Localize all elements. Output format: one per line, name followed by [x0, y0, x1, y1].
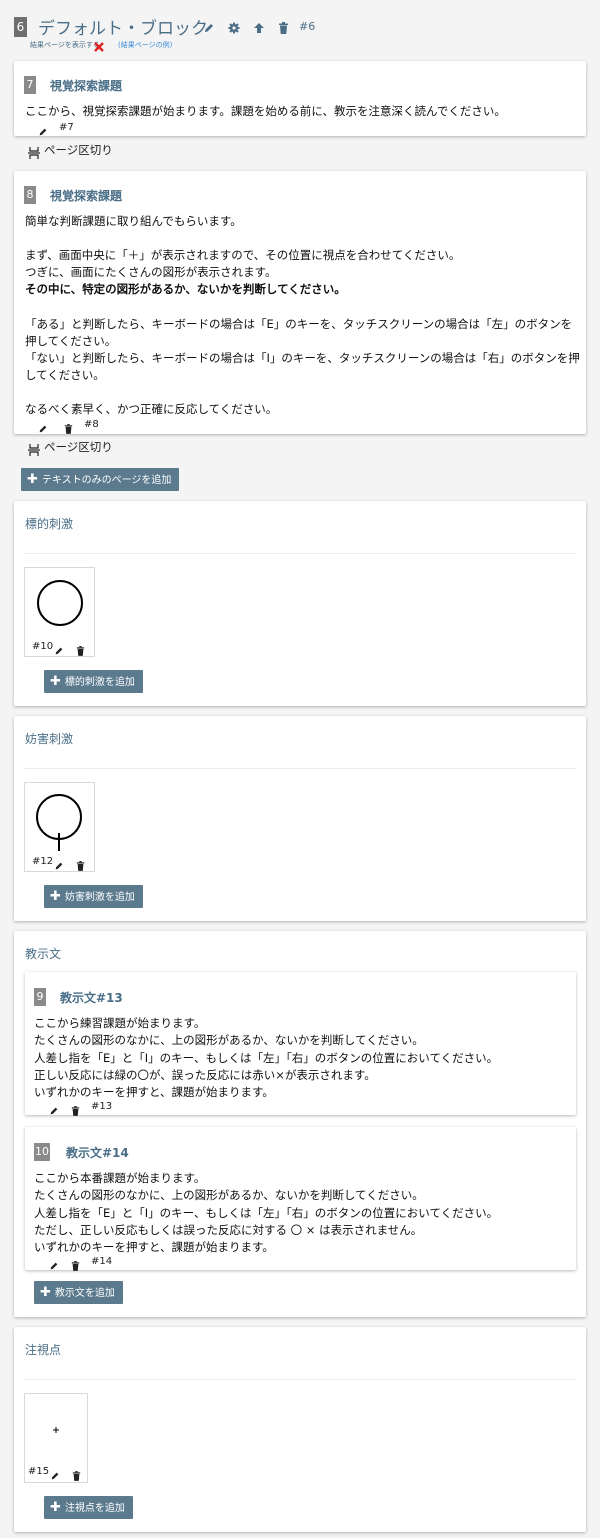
close-icon[interactable] — [94, 37, 104, 56]
page-text: 「ない」と判断したら、キーボードの場合は「I」のキーを、タッチスクリーンの場合は… — [25, 351, 580, 383]
gear-icon[interactable] — [228, 19, 240, 38]
trash-icon[interactable] — [278, 19, 289, 38]
add-target-stimulus-button[interactable]: ✚ 標的刺激を追加 — [44, 670, 143, 693]
divider — [24, 553, 576, 554]
section-title: 妨害刺激 — [25, 732, 74, 746]
trash-icon[interactable] — [71, 1256, 80, 1275]
page-text: 「ある」と判断したら、キーボードの場合は「E」のキーを、タッチスクリーンの場合は… — [25, 317, 573, 349]
page-number-badge: 7 — [24, 76, 36, 94]
plus-icon: ✚ — [50, 889, 61, 904]
instructions-section: 教示文 9 教示文#13 ここから練習課題が始まります。 たくさんの図形のなかに… — [14, 931, 586, 1317]
trash-icon[interactable] — [64, 419, 73, 438]
block-id: #6 — [299, 20, 316, 33]
instruction-card: 10 教示文#14 ここから本番課題が始まります。 たくさんの図形のなかに、上の… — [25, 1127, 576, 1271]
plus-icon: ✚ — [40, 1285, 51, 1300]
section-title: 教示文 — [25, 947, 62, 961]
fixation-section: 注視点 #15 ✚ 注視点を追加 — [14, 1327, 586, 1532]
trash-icon[interactable] — [71, 1101, 80, 1120]
edit-icon[interactable] — [54, 856, 64, 875]
trash-icon[interactable] — [76, 856, 85, 875]
plus-icon: ✚ — [50, 674, 61, 689]
edit-icon[interactable] — [38, 419, 48, 438]
edit-icon[interactable] — [54, 641, 64, 660]
distractor-stimulus-section: 妨害刺激 #12 ✚ 妨害刺激を追加 — [14, 716, 586, 921]
results-example-link[interactable]: (結果ページの例) — [118, 40, 172, 50]
divider — [24, 1379, 576, 1380]
stimulus-thumbnail: #15 — [24, 1393, 88, 1483]
page-id: #8 — [84, 419, 99, 430]
instruction-card: 9 教示文#13 ここから練習課題が始まります。 たくさんの図形のなかに、上の図… — [25, 972, 576, 1116]
block-editor: 6 デフォルト・ブロック #6 結果ページを表示する (結果ページの例) 7 視… — [0, 0, 600, 1538]
page-card: 8 視覚探索課題 簡単な判断課題に取り組んでもらいます。 まず、画面中央に「＋」… — [14, 171, 586, 434]
page-title: 視覚探索課題 — [50, 79, 123, 93]
instruction-title: 教示文#14 — [66, 1146, 129, 1160]
stimulus-thumbnail: #12 — [24, 782, 95, 872]
add-fixation-button[interactable]: ✚ 注視点を追加 — [44, 1496, 133, 1519]
instruction-text: ここから練習課題が始まります。 たくさんの図形のなかに、上の図形があるか、ないか… — [34, 1016, 499, 1100]
plus-icon: ✚ — [27, 472, 38, 487]
page-break-label: ページ区切り — [44, 143, 113, 157]
instruction-id: #14 — [91, 1256, 113, 1267]
divider — [24, 768, 576, 769]
page-text: つぎに、画面にたくさんの図形が表示されます。 — [25, 265, 277, 279]
page-break-label: ページ区切り — [44, 440, 113, 454]
page-text: まず、画面中央に「＋」が表示されますので、その位置に視点を合わせてください。 — [25, 248, 461, 262]
page-id: #7 — [59, 122, 74, 133]
page-break-icon — [28, 144, 40, 163]
stimulus-id: #12 — [32, 856, 54, 867]
add-text-page-button[interactable]: ✚ テキストのみのページを追加 — [21, 468, 180, 491]
instruction-text: ここから本番課題が始まります。 たくさんの図形のなかに、上の図形があるか、ないか… — [34, 1171, 499, 1255]
edit-icon[interactable] — [38, 122, 48, 141]
add-instruction-button[interactable]: ✚ 教示文を追加 — [34, 1281, 123, 1304]
page-title: 視覚探索課題 — [50, 189, 123, 203]
circle-with-line-stimulus-image — [36, 794, 82, 851]
edit-icon[interactable] — [50, 1466, 60, 1485]
section-title: 標的刺激 — [25, 517, 74, 531]
page-text-bold: その中に、特定の図形があるか、ないかを判断してください。 — [25, 282, 346, 296]
plus-icon: ✚ — [50, 1500, 61, 1515]
page-card: 7 視覚探索課題 ここから、視覚探索課題が始まります。課題を始める前に、教示を注… — [14, 61, 586, 136]
edit-icon[interactable] — [49, 1101, 59, 1120]
page-number-badge: 9 — [34, 988, 46, 1006]
page-break-icon — [28, 441, 40, 460]
trash-icon[interactable] — [72, 1466, 81, 1485]
add-distractor-stimulus-button[interactable]: ✚ 妨害刺激を追加 — [44, 885, 143, 908]
section-title: 注視点 — [25, 1343, 62, 1357]
page-number-badge: 10 — [34, 1143, 50, 1161]
block-number-badge: 6 — [14, 17, 27, 37]
stimulus-id: #10 — [32, 641, 54, 652]
page-text: 簡単な判断課題に取り組んでもらいます。 — [25, 214, 242, 228]
stimulus-id: #15 — [28, 1466, 50, 1477]
instruction-title: 教示文#13 — [60, 991, 123, 1005]
fixation-cross-image — [53, 1427, 59, 1433]
page-text: ここから、視覚探索課題が始まります。課題を始める前に、教示を注意深く読んでくださ… — [25, 104, 506, 118]
edit-icon[interactable] — [49, 1256, 59, 1275]
page-text: なるべく素早く、かつ正確に反応してください。 — [25, 402, 278, 416]
target-stimulus-section: 標的刺激 #10 ✚ 標的刺激を追加 — [14, 501, 586, 706]
trash-icon[interactable] — [76, 641, 85, 660]
circle-stimulus-image — [37, 580, 83, 626]
edit-block-icon[interactable] — [203, 19, 215, 38]
stimulus-thumbnail: #10 — [24, 567, 95, 657]
arrow-up-icon[interactable] — [253, 19, 265, 38]
block-title: デフォルト・ブロック — [38, 19, 208, 39]
show-results-link[interactable]: 結果ページを表示する — [30, 40, 100, 50]
instruction-id: #13 — [91, 1101, 113, 1112]
page-number-badge: 8 — [24, 186, 36, 204]
